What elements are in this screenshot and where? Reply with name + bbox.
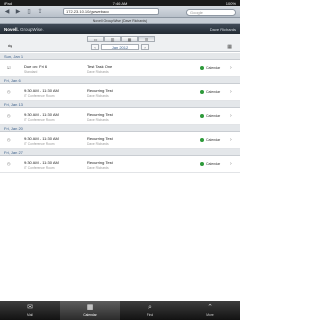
item-organizer: Dave Richards [87,142,109,146]
mail-icon: ✉ [27,304,33,311]
week-view-button[interactable]: ▥ [104,36,121,42]
day-view-icon: ▭ [93,36,98,42]
item-title: Recurring Test [87,160,113,165]
item-time: 9:30 AM - 11:30 AM [24,88,59,93]
day-view-button[interactable]: ▭ [87,36,104,42]
list-view-icon: ☰ [144,36,149,42]
item-subtext: IT Conference Room [24,118,55,122]
tab-label: Calendar [83,313,97,317]
tab-more[interactable]: ⌃ More [180,301,240,320]
item-title: Recurring Test [87,112,113,117]
item-organizer: Dave Richards [87,94,109,98]
tab-label: More [206,313,214,317]
chevron-right-icon[interactable]: › [230,137,232,143]
day-header: Fri, Jan 20 [0,125,240,132]
chevron-right-icon[interactable]: › [230,161,232,167]
share-icon[interactable]: ⇪ [36,8,44,15]
calendar-icon: ▦ [86,304,94,311]
item-time: 9:30 AM - 11:30 AM [24,112,59,117]
calendar-color-icon [200,114,204,118]
browser-toolbar: ◀ ▶ ▯ ⇪ 172.23.10.10/gwwebacc Google [0,6,240,18]
calendar-color-icon [200,138,204,142]
list-item[interactable]: ◷ 9:30 AM - 11:30 AM IT Conference Room … [0,108,240,125]
day-header: Sun, Jan 1 [0,53,240,60]
search-field[interactable]: Google [186,9,236,16]
item-calendar: Calendar [206,90,221,94]
chevron-right-icon[interactable]: › [230,113,232,119]
calendar-picker-icon[interactable]: ▦ [227,44,232,50]
item-subtext: IT Conference Room [24,142,55,146]
app-header: Novell. GroupWise. Dave Richards [0,24,240,34]
week-view-icon: ▥ [110,36,115,42]
find-icon: ⌕ [148,304,152,311]
item-calendar: Calendar [206,138,221,142]
month-selector[interactable]: Jan 2012 [101,44,139,50]
next-month-button[interactable]: › [141,44,149,50]
back-icon[interactable]: ◀ [3,8,11,15]
product-name: GroupWise. [20,26,44,32]
forward-icon[interactable]: ▶ [14,8,22,15]
item-calendar: Calendar [206,114,221,118]
day-header: Fri, Jan 27 [0,149,240,156]
appointment-icon: ◷ [7,89,11,94]
tab-label: Mail [26,313,34,317]
bottom-tab-bar: ✉ Mail ▦ Calendar ⌕ Find ⌃ More [0,301,240,320]
item-subtext: IT Conference Room [24,94,55,98]
task-icon: ☑ [7,65,11,70]
previous-month-button[interactable]: ‹ [91,44,99,50]
item-time: Due on: Fri 6 [24,64,48,69]
user-name: Dave Richards [209,26,236,32]
more-icon: ⌃ [207,304,213,311]
day-header: Fri, Jan 6 [0,77,240,84]
item-calendar: Calendar [206,162,221,166]
list-item[interactable]: ☑ Due on: Fri 6 Standard Test Task One D… [0,60,240,77]
month-view-icon: ▦ [127,36,132,42]
item-organizer: Dave Richards [87,166,109,170]
item-time: 9:30 AM - 11:30 AM [24,136,59,141]
sync-icon[interactable]: ⇆ [8,44,12,50]
list-item[interactable]: ◷ 9:30 AM - 11:30 AM IT Conference Room … [0,84,240,101]
date-navigator: ⇆ ‹ Jan 2012 › ▦ [0,43,240,51]
item-organizer: Dave Richards [87,70,109,74]
brand-logo: Novell. GroupWise. [4,27,44,32]
tab-label: Find [146,313,154,317]
chevron-right-icon[interactable]: › [230,65,232,71]
tab-find[interactable]: ⌕ Find [120,301,180,320]
appointment-icon: ◷ [7,113,11,118]
clock-label: 7:46 AM [112,0,128,6]
tab-calendar[interactable]: ▦ Calendar [60,301,120,320]
list-item[interactable]: ◷ 9:30 AM - 11:30 AM IT Conference Room … [0,156,240,173]
url-field[interactable]: 172.23.10.10/gwwebacc [63,8,159,15]
appointment-list: Sun, Jan 1 ☑ Due on: Fri 6 Standard Test… [0,53,240,173]
bookmarks-icon[interactable]: ▯ [25,8,33,15]
item-title: Recurring Test [87,88,113,93]
item-calendar: Calendar [206,66,221,70]
item-organizer: Dave Richards [87,118,109,122]
appointment-icon: ◷ [7,137,11,142]
item-time: 9:30 AM - 11:30 AM [24,160,59,165]
calendar-color-icon [200,162,204,166]
view-switcher: ▭ ▥ ▦ ☰ [87,36,155,42]
calendar-toolbar: ▭ ▥ ▦ ☰ ⇆ ‹ Jan 2012 › ▦ [0,34,240,52]
day-header: Fri, Jan 13 [0,101,240,108]
tab-mail[interactable]: ✉ Mail [0,301,60,320]
calendar-color-icon [200,66,204,70]
item-title: Test Task One [87,64,113,69]
list-view-button[interactable]: ☰ [138,36,155,42]
appointment-icon: ◷ [7,161,11,166]
calendar-color-icon [200,90,204,94]
chevron-right-icon[interactable]: › [230,89,232,95]
item-subtext: IT Conference Room [24,166,55,170]
item-title: Recurring Test [87,136,113,141]
month-view-button[interactable]: ▦ [121,36,138,42]
list-item[interactable]: ◷ 9:30 AM - 11:30 AM IT Conference Room … [0,132,240,149]
item-subtext: Standard [24,70,38,74]
brand-name: Novell. [4,26,19,32]
